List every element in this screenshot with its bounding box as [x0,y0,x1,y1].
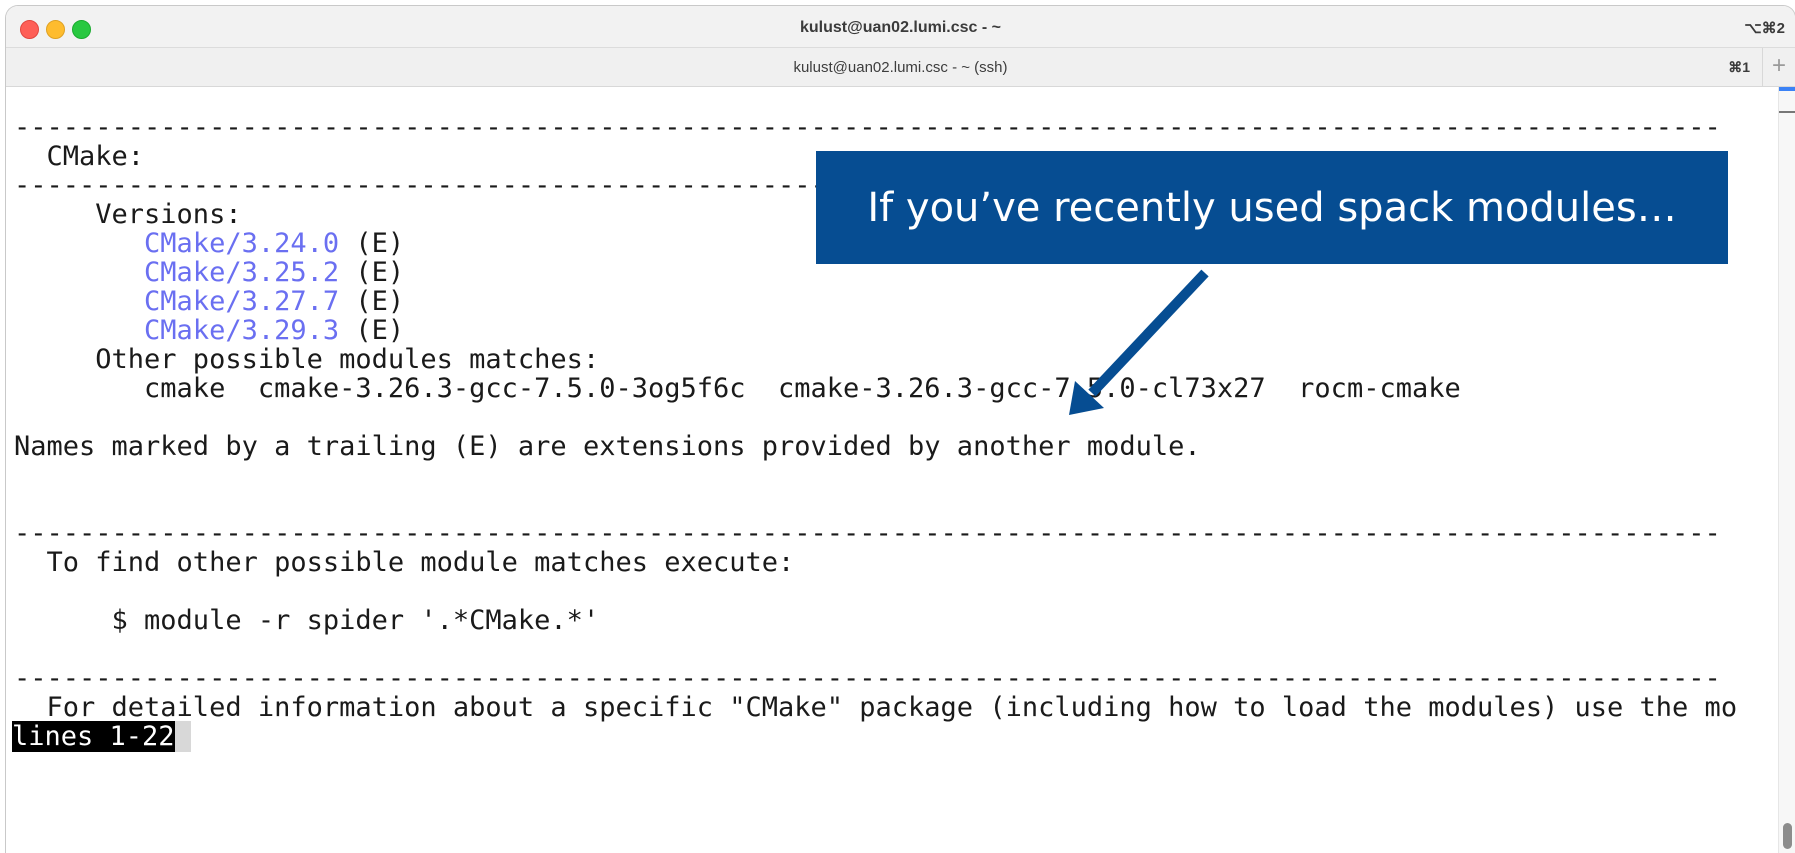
new-tab-button[interactable]: + [1762,48,1795,86]
module-version: CMake/3.27.7 [144,286,340,317]
versions-label: Versions: [14,199,242,230]
version-line: CMake/3.29.3 (E) [14,316,404,345]
tab-shortcut: ⌘1 [1728,59,1750,75]
other-matches-label: Other possible modules matches: [14,344,600,375]
window-title: kulust@uan02.lumi.csc - ~ [800,19,1001,36]
extension-marker: (E) [339,228,405,259]
spider-command: $ module -r spider '.*CMake.*' [14,605,600,636]
module-version: CMake/3.29.3 [144,315,340,346]
tab-bar: kulust@uan02.lumi.csc - ~ (ssh) ⌘1 + [6,48,1795,87]
pager-status: lines 1-22 [12,721,175,752]
annotation-callout: If you’ve recently used spack modules… [816,151,1728,264]
terminal-window: kulust@uan02.lumi.csc - ~ ⌥⌘2 kulust@uan… [6,6,1795,853]
scroll-accent [1779,87,1795,91]
title-bar[interactable]: kulust@uan02.lumi.csc - ~ ⌥⌘2 [6,6,1795,48]
separator-line: ----------------------------------------… [14,112,1721,143]
scroll-marker [1779,111,1795,113]
module-header: CMake: [14,141,145,172]
find-other-hint: To find other possible module matches ex… [14,547,795,578]
extension-marker: (E) [339,286,405,317]
separator-line: ----------------------------------------… [14,663,1721,694]
extensions-note: Names marked by a trailing (E) are exten… [14,431,1201,462]
scroll-thumb[interactable] [1783,823,1792,849]
extension-marker: (E) [339,257,405,288]
module-version: CMake/3.25.2 [144,257,340,288]
window-shortcut: ⌥⌘2 [1744,20,1785,37]
separator-line: ----------------------------------------… [14,518,1721,549]
version-line: CMake/3.27.7 (E) [14,287,404,316]
detailed-info-line: For detailed information about a specifi… [14,692,1738,723]
other-matches-list: cmake cmake-3.26.3-gcc-7.5.0-3og5f6c cma… [14,373,1461,404]
module-version: CMake/3.24.0 [144,228,340,259]
version-line: CMake/3.25.2 (E) [14,258,404,287]
scrollbar[interactable] [1778,87,1795,853]
version-line: CMake/3.24.0 (E) [14,229,404,258]
tab-ssh[interactable]: kulust@uan02.lumi.csc - ~ (ssh) [6,59,1795,76]
pager-cursor [174,721,191,752]
extension-marker: (E) [339,315,405,346]
pager-status-line: lines 1-22 [12,721,191,752]
